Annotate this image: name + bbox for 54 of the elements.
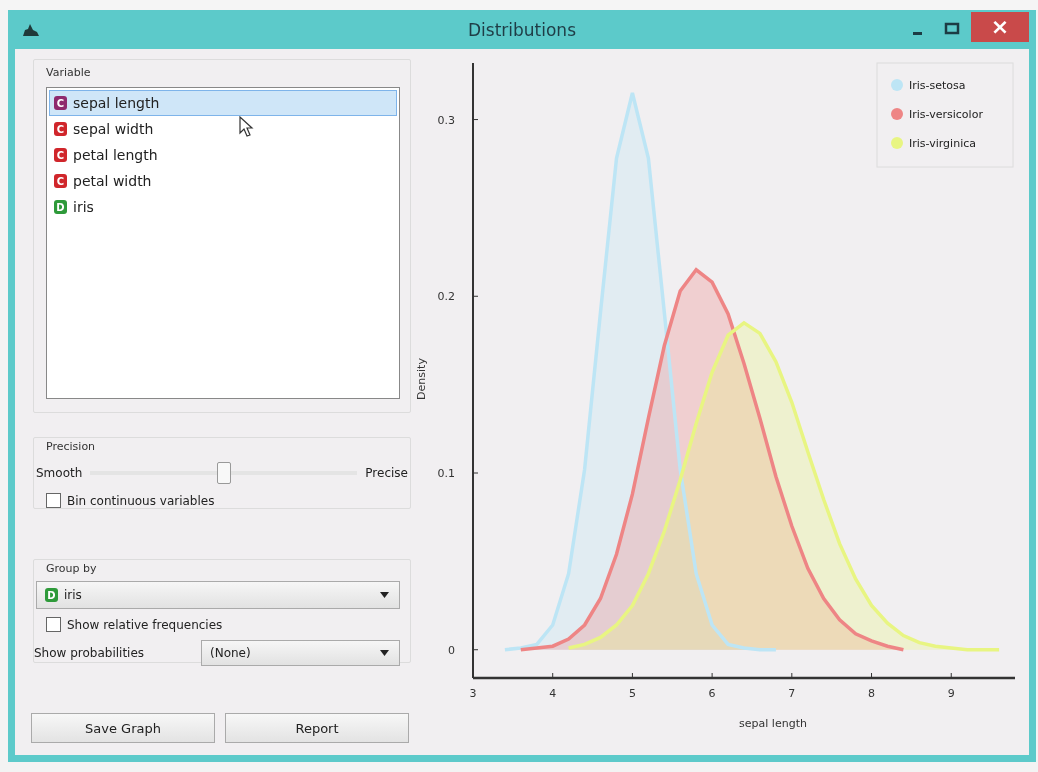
variable-name: sepal width [73,121,154,137]
type-badge: D [45,588,58,602]
x-tick-label: 3 [469,687,477,700]
checkbox-label: Show relative frequencies [67,617,223,632]
group-title: Variable [46,66,92,79]
x-tick-label: 9 [947,687,955,700]
variable-item[interactable]: C sepal width [49,116,397,142]
y-tick-label: 0.2 [437,290,455,304]
type-badge: C [54,174,67,188]
x-axis-label: sepal length [739,717,807,730]
variable-name: petal width [73,173,152,189]
chart-icon [23,23,39,36]
legend-label: Iris-versicolor [909,108,983,121]
checkbox[interactable] [46,493,61,508]
variable-name: iris [73,199,94,215]
y-axis-label: Density [415,358,428,400]
cursor-icon [239,116,255,138]
dropdown-value: iris [64,588,83,602]
y-tick-label: 0 [448,643,455,657]
type-badge: C [54,148,67,162]
caret-icon [380,592,389,598]
x-tick-label: 5 [628,687,636,700]
probabilities-dropdown[interactable]: (None) [201,640,400,666]
slider-label: Precise [365,466,408,480]
checkbox-label: Bin continuous variables [67,493,215,508]
variable-item[interactable]: D iris [49,194,397,220]
variable-name: petal length [73,147,158,163]
x-tick-label: 7 [788,687,796,700]
variable-item[interactable]: C petal length [49,142,397,168]
y-tick-label: 0.1 [437,467,455,480]
close-button[interactable]: × [971,11,1029,42]
caret-icon [380,650,389,656]
x-tick-label: 4 [549,687,557,700]
action-button[interactable]: Report [225,713,409,743]
x-tick-label: 6 [708,687,716,700]
group-by-dropdown[interactable]: D iris [36,581,400,609]
variable-item[interactable]: C petal width [49,168,397,194]
x-tick-label: 8 [868,687,876,700]
legend-label: Iris-setosa [909,79,966,92]
checkbox[interactable] [46,617,61,632]
slider-label: Smooth [36,466,83,480]
field-label: Show probabilities [34,646,146,660]
y-tick-label: 0.3 [437,113,455,127]
variable-name: sepal length [73,95,160,111]
type-badge: C [54,122,67,136]
type-badge: C [54,96,67,110]
window-title: Distributions [466,19,577,40]
legend-label: Iris-virginica [909,137,976,150]
action-button[interactable]: Save Graph [31,713,215,743]
slider-thumb[interactable] [216,462,231,484]
type-badge: D [54,200,67,214]
variable-item[interactable]: C sepal length [49,90,397,116]
group-title: Precision [46,440,97,453]
group-title: Group by [46,562,98,575]
